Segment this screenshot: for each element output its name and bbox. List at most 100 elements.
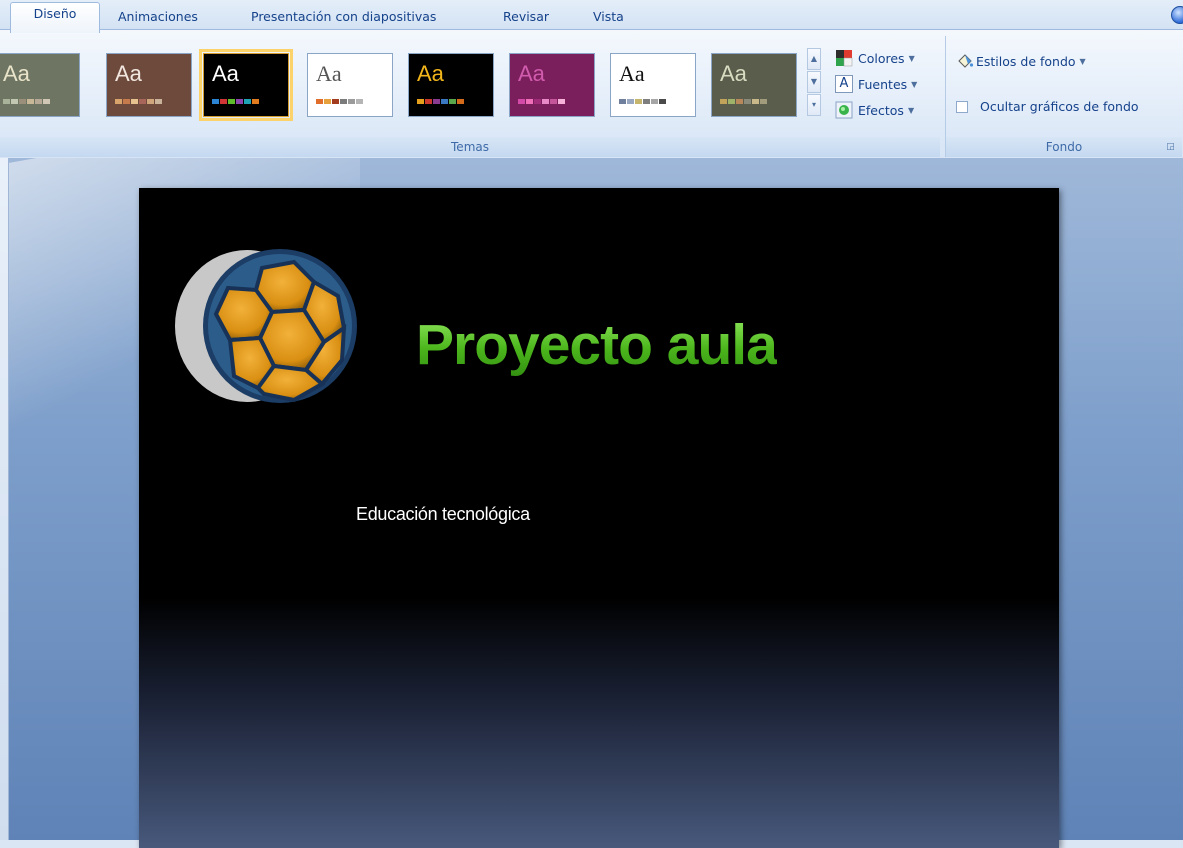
theme-thumbnail-glyph: Aa — [115, 61, 142, 86]
color-swatch — [147, 99, 154, 104]
color-swatch — [348, 99, 355, 104]
color-swatch — [123, 99, 130, 104]
color-swatch — [324, 99, 331, 104]
theme-color-swatches — [518, 99, 566, 104]
color-swatch — [3, 99, 10, 104]
theme-thumbnail-7[interactable]: Aa — [610, 53, 696, 117]
color-swatch — [457, 99, 464, 104]
color-swatch — [518, 99, 525, 104]
theme-thumbnail-8[interactable]: Aa — [711, 53, 797, 117]
theme-thumbnail-2[interactable]: Aa — [106, 53, 192, 117]
theme-thumbnail-glyph: Aa — [417, 61, 444, 86]
color-swatch — [220, 99, 227, 104]
ribbon-tab-bar: Diseño Animaciones Presentación con diap… — [0, 0, 1183, 33]
color-swatch — [356, 99, 363, 104]
color-swatch — [534, 99, 541, 104]
color-swatch — [139, 99, 146, 104]
ocultar-label: Ocultar gráficos de fondo — [980, 99, 1139, 114]
color-swatch — [526, 99, 533, 104]
gallery-more-icon[interactable]: ▾ — [807, 94, 821, 116]
ocultar-checkbox-box[interactable] — [956, 100, 968, 113]
efectos-label: Efectos — [858, 102, 904, 118]
color-swatch — [228, 99, 235, 104]
slide-subtitle[interactable]: Educación tecnológica — [356, 504, 530, 525]
fondo-label-text: Fondo — [1045, 140, 1083, 154]
color-swatch — [11, 99, 18, 104]
slide-canvas[interactable]: Proyecto aula Educación tecnológica — [139, 188, 1059, 848]
theme-color-swatches — [417, 99, 465, 104]
efectos-dropdown-icon: ▼ — [907, 105, 915, 115]
fuentes-label: Fuentes — [858, 76, 908, 92]
slide-title[interactable]: Proyecto aula — [416, 310, 778, 380]
color-swatch — [131, 99, 138, 104]
color-swatch — [441, 99, 448, 104]
theme-thumbnail-3[interactable]: Aa — [199, 49, 293, 121]
colores-label: Colores — [858, 50, 905, 66]
theme-thumbnail-glyph: Aa — [619, 61, 645, 86]
color-swatch — [332, 99, 339, 104]
color-swatch — [425, 99, 432, 104]
tab-animaciones[interactable]: Animaciones — [118, 7, 198, 30]
color-swatch — [155, 99, 162, 104]
slides-pane-edge[interactable] — [0, 158, 9, 840]
tab-revisar[interactable]: Revisar — [503, 7, 549, 30]
tab-presentacion[interactable]: Presentación con diapositivas — [251, 7, 436, 30]
theme-thumbnail-glyph: Aa — [212, 61, 239, 86]
color-swatch — [449, 99, 456, 104]
color-swatch — [244, 99, 251, 104]
theme-thumbnail-glyph: Aa — [316, 61, 342, 86]
theme-thumbnail-1[interactable]: Aa — [0, 53, 80, 117]
tab-vista[interactable]: Vista — [593, 7, 624, 30]
fondo-group-label: Fondo ◲ — [946, 137, 1182, 157]
gallery-scroll-up-icon[interactable]: ▲ — [807, 48, 821, 70]
color-swatch — [433, 99, 440, 104]
theme-color-swatches — [619, 99, 667, 104]
color-swatch — [236, 99, 243, 104]
dialog-launcher-icon[interactable]: ◲ — [1165, 142, 1176, 153]
color-swatch — [736, 99, 743, 104]
estilos-dropdown-icon: ▼ — [1079, 56, 1086, 66]
help-icon[interactable] — [1171, 6, 1183, 24]
effects-icon — [835, 101, 853, 119]
color-swatch — [635, 99, 642, 104]
estilos-de-fondo-button[interactable]: Estilos de fondo ▼ — [956, 52, 1086, 70]
soccer-ball-image[interactable] — [172, 248, 362, 408]
ribbon: Aa Aa Aa Aa Aa Aa Aa Aa ▲ ▼ ▾ Colores ▼ A Fuent… — [0, 29, 1183, 159]
color-swatch — [212, 99, 219, 104]
gallery-scroll-down-icon[interactable]: ▼ — [807, 71, 821, 93]
group-temas: Aa Aa Aa Aa Aa Aa Aa Aa ▲ ▼ ▾ Colores ▼ A Fuent… — [0, 36, 940, 157]
color-swatch — [542, 99, 549, 104]
color-swatch — [316, 99, 323, 104]
colores-button[interactable]: Colores ▼ — [835, 47, 915, 69]
color-swatch — [43, 99, 50, 104]
color-swatch — [643, 99, 650, 104]
fuentes-button[interactable]: A Fuentes ▼ — [835, 73, 917, 95]
theme-color-swatches — [115, 99, 163, 104]
color-swatch — [728, 99, 735, 104]
color-swatch — [252, 99, 259, 104]
ocultar-graficos-checkbox[interactable]: Ocultar gráficos de fondo — [956, 99, 1139, 114]
color-swatch — [627, 99, 634, 104]
theme-color-swatches — [316, 99, 364, 104]
color-swatch — [659, 99, 666, 104]
color-swatch — [651, 99, 658, 104]
color-swatch — [558, 99, 565, 104]
colores-dropdown-icon: ▼ — [908, 53, 915, 63]
tab-diseno[interactable]: Diseño — [10, 2, 100, 33]
theme-thumbnail-6[interactable]: Aa — [509, 53, 595, 117]
theme-thumbnail-4[interactable]: Aa — [307, 53, 393, 117]
color-swatch — [744, 99, 751, 104]
efectos-button[interactable]: Efectos ▼ — [835, 99, 914, 121]
theme-thumbnail-5[interactable]: Aa — [408, 53, 494, 117]
theme-color-swatches — [212, 99, 260, 104]
theme-thumbnail-glyph: Aa — [720, 61, 747, 86]
color-swatch — [340, 99, 347, 104]
color-swatch — [760, 99, 767, 104]
color-swatch — [752, 99, 759, 104]
fuentes-dropdown-icon: ▼ — [911, 79, 918, 89]
color-swatch — [619, 99, 626, 104]
theme-thumbnail-glyph: Aa — [3, 61, 30, 86]
paint-bucket-icon — [956, 52, 974, 70]
group-fondo: Estilos de fondo ▼ Ocultar gráficos de f… — [945, 36, 1182, 157]
theme-thumbnail-glyph: Aa — [518, 61, 545, 86]
